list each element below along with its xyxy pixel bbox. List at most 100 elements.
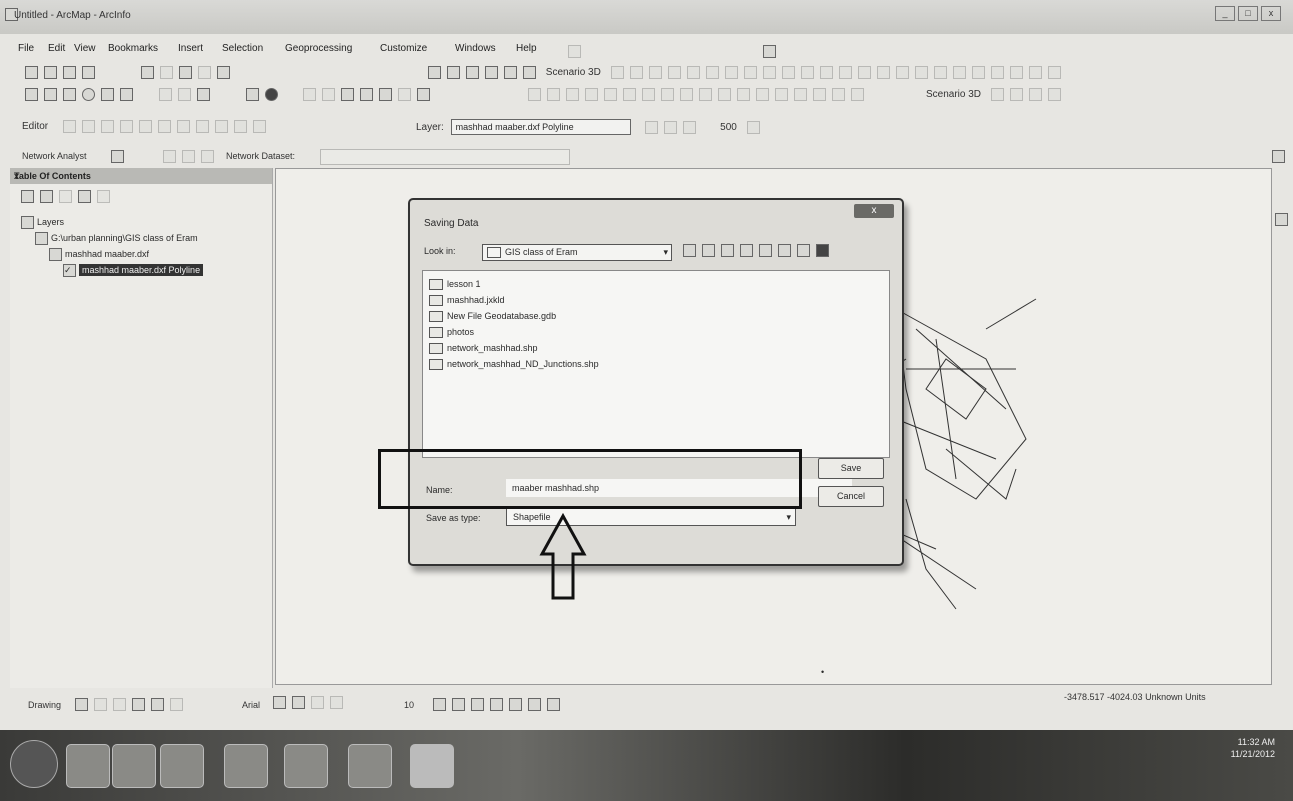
font-name[interactable]: Arial	[242, 700, 260, 710]
line-color-icon[interactable]	[528, 698, 541, 711]
close-window-button[interactable]: x	[1261, 6, 1281, 21]
layer-dropdown[interactable]: mashhad maaber.dxf Polyline	[450, 119, 631, 135]
list-item[interactable]: network_mashhad.shp	[429, 343, 538, 355]
toc-item-layers[interactable]: Layers	[18, 216, 64, 229]
search-icon[interactable]	[485, 66, 498, 79]
menu-help[interactable]: Help	[516, 43, 537, 54]
data-view-icon[interactable]	[273, 696, 286, 709]
layout-view-icon[interactable]	[292, 696, 305, 709]
zoom-in-icon[interactable]	[25, 88, 38, 101]
drawing-menu[interactable]: Drawing	[28, 700, 61, 710]
zoom-out-icon[interactable]	[44, 88, 57, 101]
catalog-icon[interactable]	[466, 66, 479, 79]
rectangle-icon[interactable]	[132, 698, 145, 711]
list-item[interactable]: photos	[429, 327, 474, 339]
marker-color-icon[interactable]	[547, 698, 560, 711]
arcmap-taskbar-icon[interactable]	[410, 744, 454, 788]
toc-item-folder[interactable]: G:\urban planning\GIS class of Eram	[32, 232, 198, 245]
catalog-tab-icon[interactable]	[1272, 150, 1285, 163]
fixed-zoom-in-icon[interactable]	[101, 88, 114, 101]
editor-toolbar-icon[interactable]	[428, 66, 441, 79]
list-item[interactable]: network_mashhad_ND_Junctions.shp	[429, 359, 599, 371]
view-menu-icon[interactable]	[740, 244, 753, 257]
details-view-icon[interactable]	[797, 244, 810, 257]
list-item[interactable]: lesson 1	[429, 279, 481, 291]
menu-edit[interactable]: Edit	[48, 43, 65, 54]
file-list[interactable]: lesson 1 mashhad.jxkld New File Geodatab…	[422, 270, 890, 458]
arcgis-taskbar-icon[interactable]	[66, 744, 110, 788]
menu-customize[interactable]: Customize	[380, 43, 427, 54]
menu-file[interactable]: File	[18, 43, 34, 54]
identify-icon[interactable]	[264, 88, 278, 101]
redo-icon[interactable]	[197, 66, 211, 79]
menu-insert[interactable]: Insert	[178, 43, 203, 54]
look-in-dropdown[interactable]: GIS class of Eram ▾	[482, 244, 672, 261]
up-one-level-icon[interactable]	[683, 244, 696, 257]
list-item[interactable]: mashhad.jxkld	[429, 295, 505, 307]
select-elements-icon[interactable]	[245, 88, 259, 101]
list-by-drawing-order-icon[interactable]	[21, 190, 34, 203]
arctoolbox-icon[interactable]	[504, 66, 517, 79]
editor-menu[interactable]: Editor	[22, 121, 48, 132]
new-folder-icon[interactable]	[759, 244, 772, 257]
chrome-taskbar-icon[interactable]	[284, 744, 328, 788]
maximize-button[interactable]: □	[1238, 6, 1258, 21]
new-document-icon[interactable]	[25, 66, 38, 79]
search-tab-icon[interactable]	[1275, 213, 1288, 226]
font-color-icon[interactable]	[490, 698, 503, 711]
scale-value[interactable]: 500	[720, 122, 737, 133]
undo-icon[interactable]	[178, 66, 192, 79]
menu-geoprocessing[interactable]: Geoprocessing	[285, 43, 352, 54]
hyperlink-icon[interactable]	[417, 88, 431, 101]
open-icon[interactable]	[44, 66, 57, 79]
font-size[interactable]: 10	[404, 700, 414, 710]
network-analyst-menu[interactable]: Network Analyst	[22, 151, 87, 161]
select-features-icon[interactable]	[196, 88, 210, 101]
bold-icon[interactable]	[433, 698, 446, 711]
window-taskbar-icon[interactable]	[348, 744, 392, 788]
catalog-options-icon[interactable]	[816, 244, 829, 257]
media-taskbar-icon[interactable]	[224, 744, 268, 788]
full-extent-icon[interactable]	[82, 88, 95, 101]
save-icon[interactable]	[63, 66, 76, 79]
print-icon[interactable]	[82, 66, 95, 79]
start-button[interactable]	[10, 740, 58, 788]
dialog-close-button[interactable]: x	[854, 204, 894, 218]
python-icon[interactable]	[523, 66, 536, 79]
menu-bookmarks[interactable]: Bookmarks	[108, 43, 158, 54]
save-button[interactable]: Save	[818, 458, 884, 479]
find-icon[interactable]	[341, 88, 355, 101]
add-data-icon[interactable]	[216, 66, 230, 79]
refresh-icon[interactable]	[311, 696, 324, 709]
toc-item-dxf[interactable]: mashhad maaber.dxf	[46, 248, 149, 261]
measure-icon[interactable]	[379, 88, 393, 101]
fill-color-icon[interactable]	[509, 698, 522, 711]
list-view-icon[interactable]	[778, 244, 791, 257]
menu-windows[interactable]: Windows	[455, 43, 496, 54]
network-dataset-dropdown[interactable]	[320, 149, 570, 165]
menu-selection[interactable]: Selection	[222, 43, 263, 54]
menu-view[interactable]: View	[74, 43, 96, 54]
table-of-contents-icon[interactable]	[447, 66, 460, 79]
home-icon[interactable]	[702, 244, 715, 257]
options-icon[interactable]	[97, 190, 110, 203]
pan-icon[interactable]	[63, 88, 76, 101]
delete-icon[interactable]	[159, 66, 173, 79]
text-icon[interactable]	[151, 698, 164, 711]
select-elements-icon[interactable]	[75, 698, 88, 711]
network-window-icon[interactable]	[111, 150, 124, 163]
underline-icon[interactable]	[471, 698, 484, 711]
visibility-checkbox[interactable]: ✓	[63, 264, 76, 277]
explorer-taskbar-icon[interactable]	[112, 744, 156, 788]
list-by-source-icon[interactable]	[40, 190, 53, 203]
paste-icon[interactable]	[140, 66, 154, 79]
program-taskbar-icon[interactable]	[160, 744, 204, 788]
cancel-button[interactable]: Cancel	[818, 486, 884, 507]
list-by-selection-icon[interactable]	[78, 190, 91, 203]
go-to-xy-icon[interactable]	[360, 88, 374, 101]
toc-item-polyline-layer[interactable]: ✓ mashhad maaber.dxf Polyline	[60, 263, 204, 277]
toc-close-button[interactable]: x	[14, 171, 264, 181]
list-item[interactable]: New File Geodatabase.gdb	[429, 311, 556, 323]
minimize-button[interactable]: _	[1215, 6, 1235, 21]
fixed-zoom-out-icon[interactable]	[120, 88, 133, 101]
